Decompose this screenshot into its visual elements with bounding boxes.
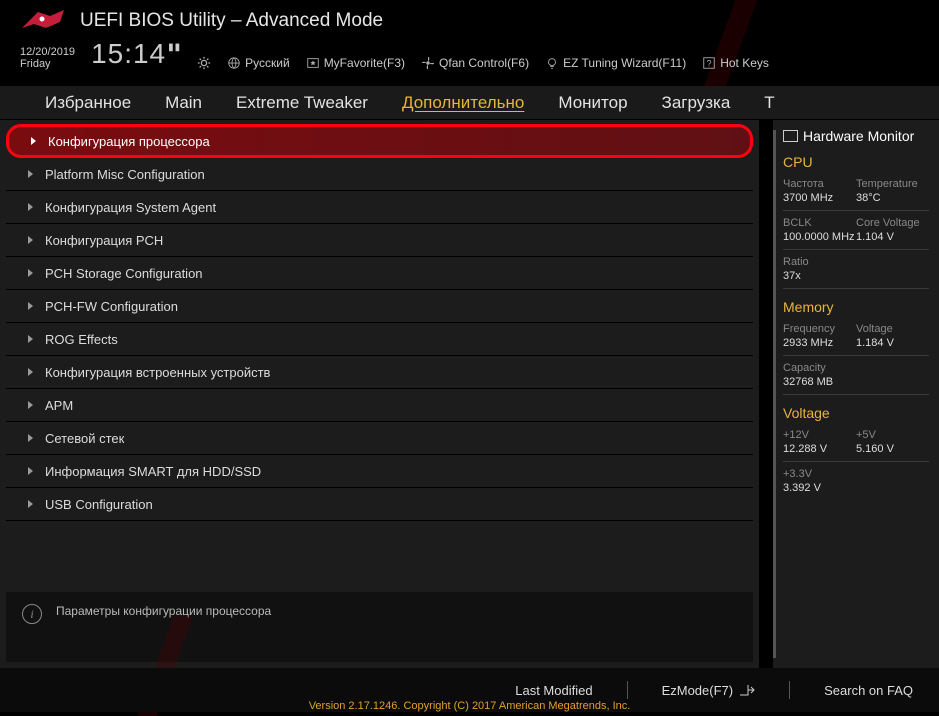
hw-monitor-title: Hardware Monitor bbox=[783, 128, 929, 144]
mem-volt-label: Voltage bbox=[856, 323, 929, 335]
cpu-temp-label: Temperature bbox=[856, 178, 929, 190]
v12-label: +12V bbox=[783, 429, 856, 441]
chevron-right-icon bbox=[28, 434, 33, 442]
tab-загрузка[interactable]: Загрузка bbox=[645, 87, 748, 119]
chevron-right-icon bbox=[28, 269, 33, 277]
chevron-right-icon bbox=[28, 302, 33, 310]
fan-icon bbox=[421, 56, 435, 70]
cpu-freq-value: 3700 MHz bbox=[783, 192, 856, 204]
hotkeys-button[interactable]: ? Hot Keys bbox=[702, 56, 769, 70]
bclk-value: 100.0000 MHz bbox=[783, 231, 856, 243]
header: UEFI BIOS Utility – Advanced Mode 12/20/… bbox=[0, 0, 939, 86]
search-faq-button[interactable]: Search on FAQ bbox=[824, 683, 913, 698]
mem-freq-value: 2933 MHz bbox=[783, 337, 856, 349]
menu-item-label: APM bbox=[45, 398, 73, 413]
star-icon bbox=[306, 56, 320, 70]
exit-icon bbox=[739, 684, 755, 696]
tab-extreme-tweaker[interactable]: Extreme Tweaker bbox=[219, 87, 385, 119]
menu-list: Конфигурация процессора Platform Misc Con… bbox=[0, 120, 759, 584]
menu-item-label: Сетевой стек bbox=[45, 431, 124, 446]
ez-tuning-button[interactable]: EZ Tuning Wizard(F11) bbox=[545, 56, 686, 70]
menu-item-label: Конфигурация System Agent bbox=[45, 200, 216, 215]
menu-item-label: Конфигурация PCH bbox=[45, 233, 163, 248]
memory-section-title: Memory bbox=[783, 299, 929, 315]
menu-item[interactable]: Конфигурация PCH bbox=[6, 224, 753, 257]
app-title: UEFI BIOS Utility – Advanced Mode bbox=[80, 10, 383, 32]
datetime: 12/20/2019 Friday bbox=[20, 46, 75, 70]
monitor-icon bbox=[783, 130, 798, 142]
cpu-section-title: CPU bbox=[783, 154, 929, 170]
v33-value: 3.392 V bbox=[783, 482, 856, 494]
tab-избранное[interactable]: Избранное bbox=[28, 87, 148, 119]
mem-cap-label: Capacity bbox=[783, 362, 856, 374]
menu-item[interactable]: APM bbox=[6, 389, 753, 422]
v5-value: 5.160 V bbox=[856, 443, 929, 455]
tab-bar: ИзбранноеMainExtreme TweakerДополнительн… bbox=[0, 86, 939, 120]
chevron-right-icon bbox=[28, 500, 33, 508]
menu-item-label: USB Configuration bbox=[45, 497, 153, 512]
last-modified-button[interactable]: Last Modified bbox=[515, 683, 592, 698]
menu-item[interactable]: Platform Misc Configuration bbox=[6, 158, 753, 191]
bclk-label: BCLK bbox=[783, 217, 856, 229]
svg-text:?: ? bbox=[707, 59, 712, 69]
chevron-right-icon bbox=[28, 170, 33, 178]
menu-item[interactable]: ROG Effects bbox=[6, 323, 753, 356]
menu-item-label: Информация SMART для HDD/SSD bbox=[45, 464, 261, 479]
qfan-button[interactable]: Qfan Control(F6) bbox=[421, 56, 529, 70]
scrollbar-track[interactable] bbox=[759, 120, 773, 668]
clock: 15:14▮▮ bbox=[91, 38, 181, 70]
tab-монитор[interactable]: Монитор bbox=[541, 87, 644, 119]
rog-logo bbox=[20, 8, 66, 34]
bulb-icon bbox=[545, 56, 559, 70]
v12-value: 12.288 V bbox=[783, 443, 856, 455]
menu-item[interactable]: Конфигурация процессора bbox=[6, 124, 753, 158]
menu-item-label: PCH Storage Configuration bbox=[45, 266, 203, 281]
menu-item-label: Конфигурация встроенных устройств bbox=[45, 365, 270, 380]
menu-item[interactable]: Конфигурация встроенных устройств bbox=[6, 356, 753, 389]
menu-item[interactable]: Сетевой стек bbox=[6, 422, 753, 455]
menu-item-label: PCH-FW Configuration bbox=[45, 299, 178, 314]
core-voltage-value: 1.104 V bbox=[856, 231, 929, 243]
menu-item[interactable]: Конфигурация System Agent bbox=[6, 191, 753, 224]
ratio-value: 37x bbox=[783, 270, 856, 282]
gear-icon[interactable] bbox=[197, 56, 211, 70]
menu-item-label: ROG Effects bbox=[45, 332, 118, 347]
core-voltage-label: Core Voltage bbox=[856, 217, 929, 229]
tab-t[interactable]: T bbox=[747, 87, 791, 119]
question-icon: ? bbox=[702, 56, 716, 70]
chevron-right-icon bbox=[28, 203, 33, 211]
ezmode-button[interactable]: EzMode(F7) bbox=[662, 683, 756, 698]
ratio-label: Ratio bbox=[783, 256, 856, 268]
tab-main[interactable]: Main bbox=[148, 87, 219, 119]
myfavorite-button[interactable]: MyFavorite(F3) bbox=[306, 56, 405, 70]
hardware-monitor: Hardware Monitor CPU Частота Temperature… bbox=[773, 120, 939, 668]
cpu-temp-value: 38°C bbox=[856, 192, 929, 204]
v5-label: +5V bbox=[856, 429, 929, 441]
cpu-freq-label: Частота bbox=[783, 178, 856, 190]
chevron-right-icon bbox=[28, 236, 33, 244]
mem-freq-label: Frequency bbox=[783, 323, 856, 335]
voltage-section-title: Voltage bbox=[783, 405, 929, 421]
main-panel: Конфигурация процессора Platform Misc Con… bbox=[0, 120, 759, 668]
mem-volt-value: 1.184 V bbox=[856, 337, 929, 349]
menu-item[interactable]: Информация SMART для HDD/SSD bbox=[6, 455, 753, 488]
menu-item[interactable]: PCH-FW Configuration bbox=[6, 290, 753, 323]
chevron-right-icon bbox=[28, 335, 33, 343]
menu-item[interactable]: PCH Storage Configuration bbox=[6, 257, 753, 290]
menu-item-label: Platform Misc Configuration bbox=[45, 167, 205, 182]
language-selector[interactable]: Русский bbox=[227, 56, 290, 70]
menu-item-label: Конфигурация процессора bbox=[48, 134, 210, 149]
v33-label: +3.3V bbox=[783, 468, 856, 480]
tab-дополнительно[interactable]: Дополнительно bbox=[385, 87, 541, 119]
version-text: Version 2.17.1246. Copyright (C) 2017 Am… bbox=[0, 700, 939, 712]
globe-icon bbox=[227, 56, 241, 70]
chevron-right-icon bbox=[28, 401, 33, 409]
chevron-right-icon bbox=[28, 467, 33, 475]
menu-item[interactable]: USB Configuration bbox=[6, 488, 753, 521]
chevron-right-icon bbox=[28, 368, 33, 376]
chevron-right-icon bbox=[31, 137, 36, 145]
mem-cap-value: 32768 MB bbox=[783, 376, 856, 388]
